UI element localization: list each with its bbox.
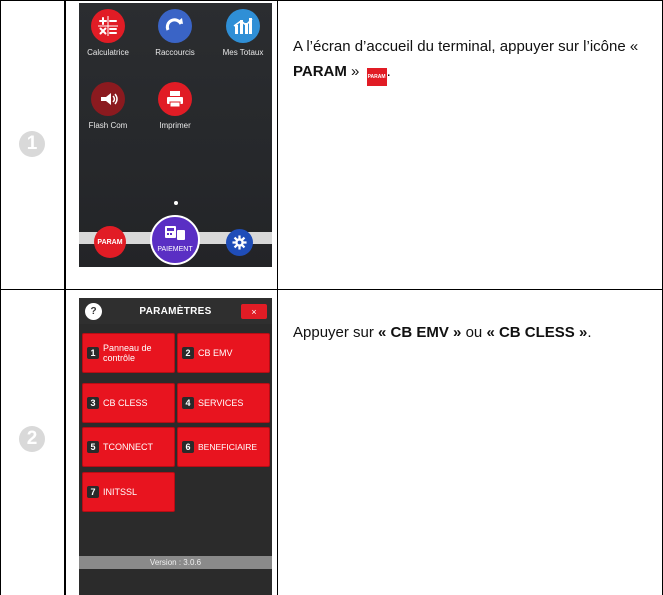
menu-tile-services[interactable]: 4 SERVICES [177,383,270,423]
step-number-badge: 1 [19,131,45,157]
menu-tile-beneficiaire[interactable]: 6 BENEFICIAIRE [177,427,270,467]
menu-tile-cb-emv[interactable]: 2 CB EMV [177,333,270,373]
bar-chart-icon [226,9,260,43]
tile-label: CB CLESS [103,398,148,408]
app-imprimer[interactable]: Imprimer [140,82,210,130]
terminal-home-screen: Calculatrice Raccourcis Mes Totaux Flash… [79,3,272,267]
app-calculatrice[interactable]: Calculatrice [79,9,143,57]
gear-icon[interactable] [226,229,253,256]
app-label: Flash Com [88,121,128,130]
table-divider-col2 [277,0,278,595]
paiement-button[interactable]: PAIEMENT [150,215,200,265]
paiement-label: PAIEMENT [157,246,193,253]
megaphone-icon [91,82,125,116]
menu-tile-panneau[interactable]: 1 Panneau de contrôle [82,333,175,373]
tile-number: 3 [87,397,99,409]
tile-number: 7 [87,486,99,498]
tile-label: BENEFICIAIRE [198,442,258,452]
calculator-icon [91,9,125,43]
param-inline-icon: PARAM [366,68,387,86]
redo-arrow-icon [158,9,192,43]
app-label: Imprimer [159,121,191,130]
tile-number: 1 [87,347,99,359]
step-number-badge: 2 [19,426,45,452]
terminal-settings-screen: ? PARAMÈTRES × 1 Panneau de contrôle 2 C… [79,298,272,595]
version-bar: Version : 3.0.6 [79,556,272,569]
table-border-top [0,0,663,1]
table-row-divider [0,289,663,290]
app-raccourcis[interactable]: Raccourcis [140,9,210,57]
app-label: Mes Totaux [222,48,264,57]
app-flash-com[interactable]: Flash Com [79,82,143,130]
tile-label: Panneau de contrôle [103,343,152,363]
tile-label: TCONNECT [103,442,153,452]
menu-tile-tconnect[interactable]: 5 TCONNECT [82,427,175,467]
tile-label: INITSSL [103,487,138,497]
step-description: A l’écran d’accueil du terminal, appuyer… [293,34,653,86]
close-button[interactable]: × [241,304,267,319]
tile-number: 6 [182,441,194,453]
param-button[interactable]: PARAM [94,226,126,258]
tile-number: 5 [87,441,99,453]
app-label: Raccourcis [155,48,195,57]
step-description: Appuyer sur « CB EMV » ou « CB CLESS ». [293,324,592,341]
app-mes-totaux[interactable]: Mes Totaux [208,9,272,57]
tile-label: SERVICES [198,398,244,408]
payment-terminal-icon [165,226,185,240]
tile-number: 4 [182,397,194,409]
app-label: Calculatrice [87,48,129,57]
menu-tile-initssl[interactable]: 7 INITSSL [82,472,175,512]
table-border-left [0,0,1,595]
printer-icon [158,82,192,116]
tile-label: CB EMV [198,348,233,358]
table-divider-col1 [64,0,66,595]
tile-number: 2 [182,347,194,359]
menu-tile-cb-cless[interactable]: 3 CB CLESS [82,383,175,423]
page-indicator-dot [174,201,178,205]
